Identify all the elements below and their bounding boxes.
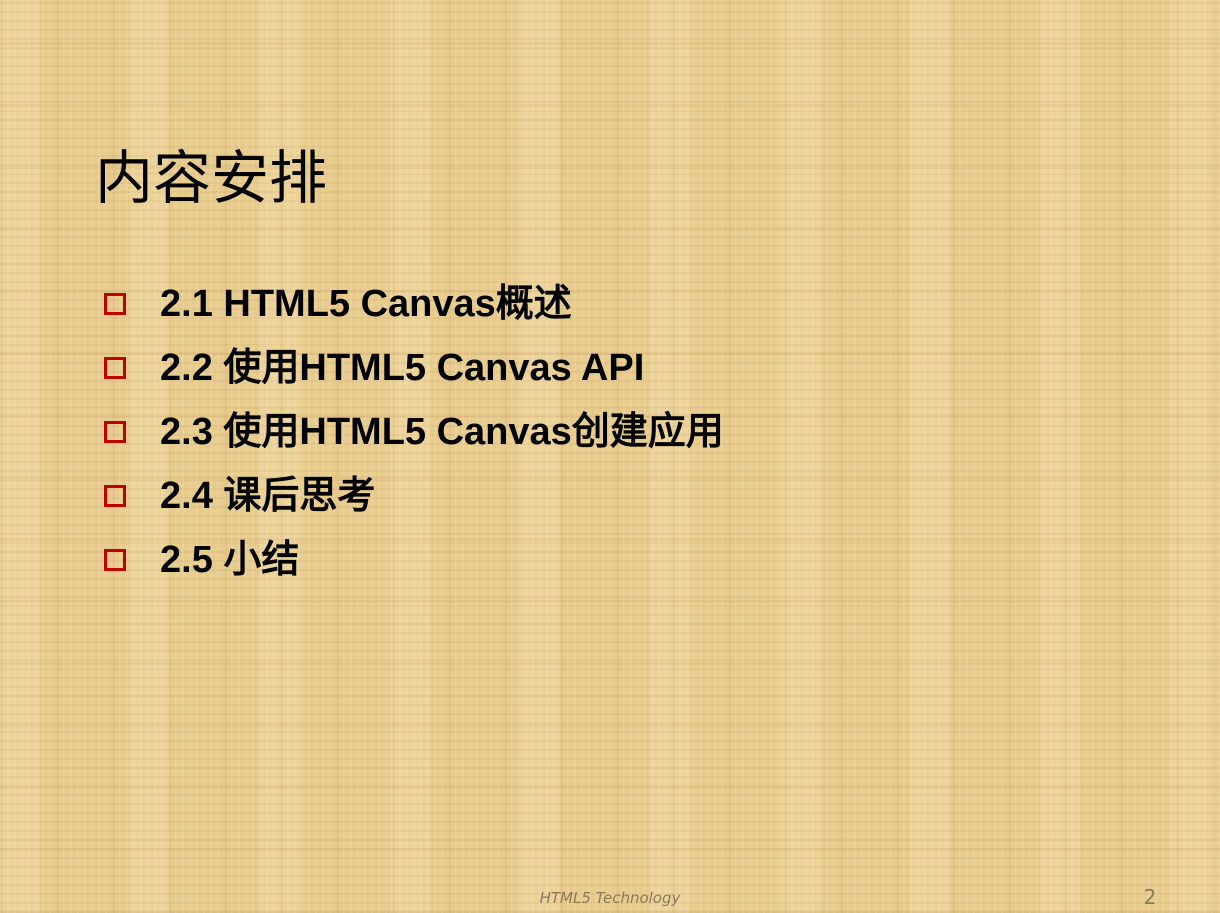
list-item: 2.5 小结 [104,528,724,592]
slide-title: 内容安排 [95,144,328,212]
hollow-square-bullet-icon [104,549,126,571]
content-list: 2.1 HTML5 Canvas概述 2.2 使用HTML5 Canvas AP… [104,272,724,592]
list-item: 2.3 使用HTML5 Canvas创建应用 [104,400,724,464]
list-item-label: 2.3 使用HTML5 Canvas创建应用 [160,411,724,453]
list-item: 2.2 使用HTML5 Canvas API [104,336,724,400]
slide-footer: HTML5 Technology [539,889,681,907]
list-item: 2.1 HTML5 Canvas概述 [104,272,724,336]
page-number: 2 [1143,885,1157,909]
list-item-label: 2.1 HTML5 Canvas概述 [160,283,572,325]
list-item-label: 2.4 课后思考 [160,475,376,517]
list-item-label: 2.2 使用HTML5 Canvas API [160,347,645,389]
list-item-label: 2.5 小结 [160,539,300,581]
hollow-square-bullet-icon [104,293,126,315]
hollow-square-bullet-icon [104,421,126,443]
list-item: 2.4 课后思考 [104,464,724,528]
hollow-square-bullet-icon [104,485,126,507]
slide: 内容安排 2.1 HTML5 Canvas概述 2.2 使用HTML5 Canv… [0,0,1220,913]
hollow-square-bullet-icon [104,357,126,379]
